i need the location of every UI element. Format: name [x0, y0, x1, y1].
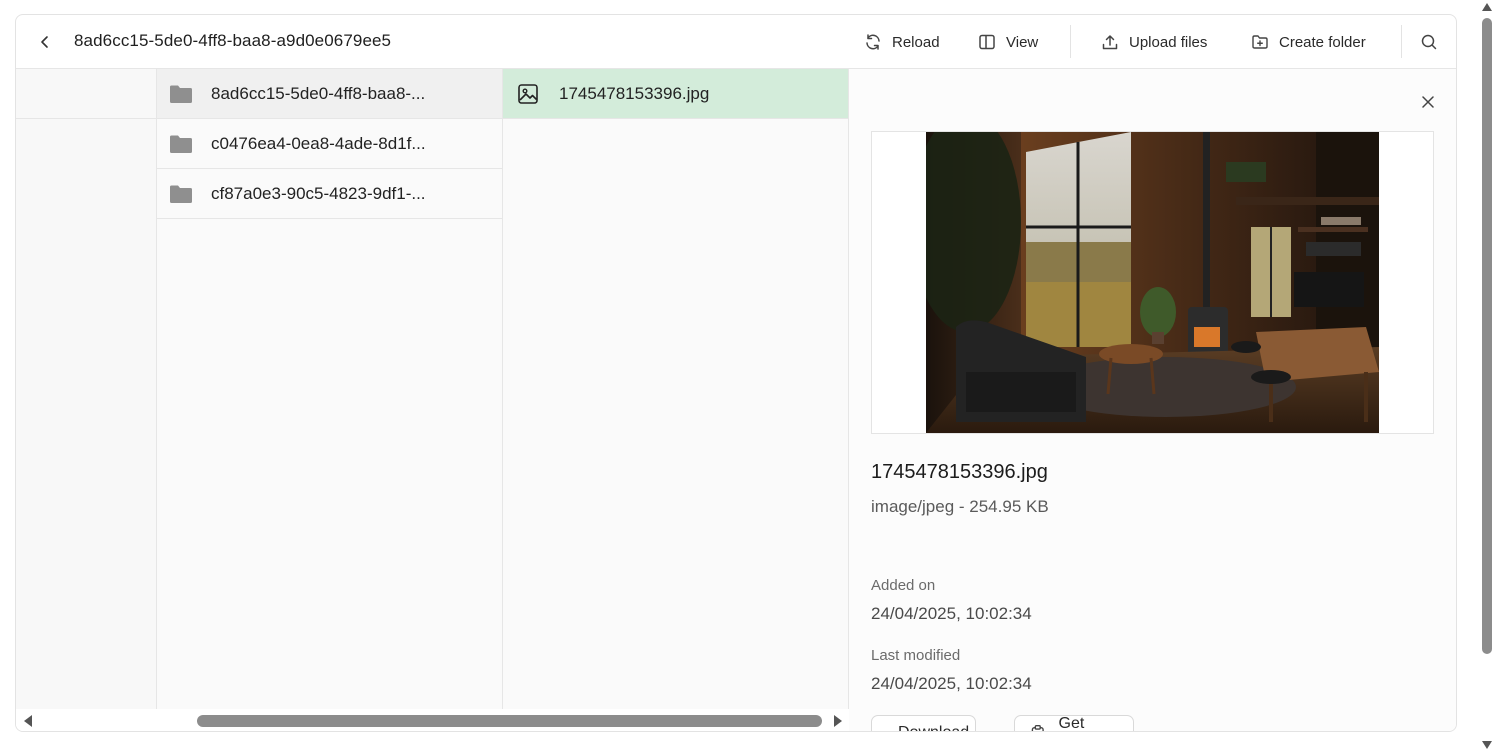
folder-item[interactable]: c0476ea4-0ea8-4ade-8d1f... [157, 119, 502, 169]
scroll-right-arrow-icon[interactable] [832, 715, 844, 727]
search-button[interactable] [1420, 29, 1448, 55]
clipboard-icon [1031, 725, 1044, 731]
folder-icon [170, 85, 192, 103]
folder-item[interactable]: cf87a0e3-90c5-4823-9df1-... [157, 169, 502, 219]
image-preview [871, 131, 1434, 434]
detail-file-type-size: image/jpeg - 254.95 KB [871, 497, 1049, 516]
download-button[interactable]: Download [871, 715, 976, 731]
folder-name: c0476ea4-0ea8-4ade-8d1f... [211, 133, 426, 153]
toolbar-divider [1070, 25, 1071, 58]
toolbar-divider [1401, 25, 1402, 58]
folder-name: 8ad6cc15-5de0-4ff8-baa8-... [211, 83, 426, 103]
folder-name: cf87a0e3-90c5-4823-9df1-... [211, 183, 426, 203]
current-path-title: 8ad6cc15-5de0-4ff8-baa8-a9d0e0679ee5 [74, 31, 392, 50]
scroll-left-arrow-icon[interactable] [22, 715, 34, 727]
folder-column: 8ad6cc15-5de0-4ff8-baa8-... c0476ea4-0ea… [157, 69, 503, 709]
cabin-interior-photo [926, 132, 1379, 433]
horizontal-scrollbar[interactable] [16, 709, 849, 731]
reload-label: Reload [892, 33, 940, 51]
create-folder-button[interactable]: Create folder [1251, 29, 1366, 55]
folder-icon [170, 135, 192, 153]
image-icon [518, 83, 538, 104]
search-icon [1421, 34, 1437, 50]
last-modified-label: Last modified [871, 647, 961, 664]
upload-files-button[interactable]: Upload files [1101, 29, 1207, 55]
upload-files-label: Upload files [1129, 33, 1208, 51]
columns-view-icon [979, 34, 995, 50]
file-detail-panel: 1745478153396.jpg image/jpeg - 254.95 KB… [849, 69, 1456, 732]
get-url-button[interactable]: Get URL [1014, 715, 1134, 732]
file-column: 1745478153396.jpg [503, 69, 849, 709]
vertical-scrollbar[interactable] [1478, 0, 1496, 753]
last-modified-value: 24/04/2025, 10:02:34 [871, 674, 1032, 693]
file-manager-window: 8ad6cc15-5de0-4ff8-baa8-a9d0e0679ee5 Rel… [15, 14, 1457, 732]
upload-icon [1102, 35, 1118, 50]
close-icon [1422, 96, 1434, 108]
folder-plus-icon [1252, 35, 1268, 49]
close-detail-button[interactable] [1417, 91, 1439, 113]
added-on-value: 24/04/2025, 10:02:34 [871, 604, 1032, 623]
added-on-label: Added on [871, 577, 936, 594]
parent-column [16, 69, 157, 709]
view-label: View [1006, 33, 1039, 51]
back-button[interactable] [34, 31, 56, 53]
header: 8ad6cc15-5de0-4ff8-baa8-a9d0e0679ee5 Rel… [16, 15, 1456, 69]
scroll-up-arrow-icon[interactable] [1481, 2, 1493, 12]
parent-column-cell [16, 69, 156, 119]
folder-icon [170, 185, 192, 203]
get-url-label: Get URL [1058, 715, 1085, 732]
file-name: 1745478153396.jpg [559, 83, 710, 103]
refresh-icon [866, 34, 880, 50]
folder-item[interactable]: 8ad6cc15-5de0-4ff8-baa8-... [157, 69, 502, 119]
horizontal-scroll-thumb[interactable] [197, 715, 822, 727]
view-button[interactable]: View [978, 29, 1038, 55]
file-item[interactable]: 1745478153396.jpg [503, 69, 848, 119]
reload-button[interactable]: Reload [864, 29, 940, 55]
create-folder-label: Create folder [1279, 33, 1366, 51]
download-label: Download [898, 724, 969, 731]
scroll-down-arrow-icon[interactable] [1481, 740, 1493, 750]
detail-file-name: 1745478153396.jpg [871, 461, 1048, 483]
vertical-scroll-thumb[interactable] [1482, 18, 1492, 654]
chevron-left-icon [41, 36, 48, 48]
